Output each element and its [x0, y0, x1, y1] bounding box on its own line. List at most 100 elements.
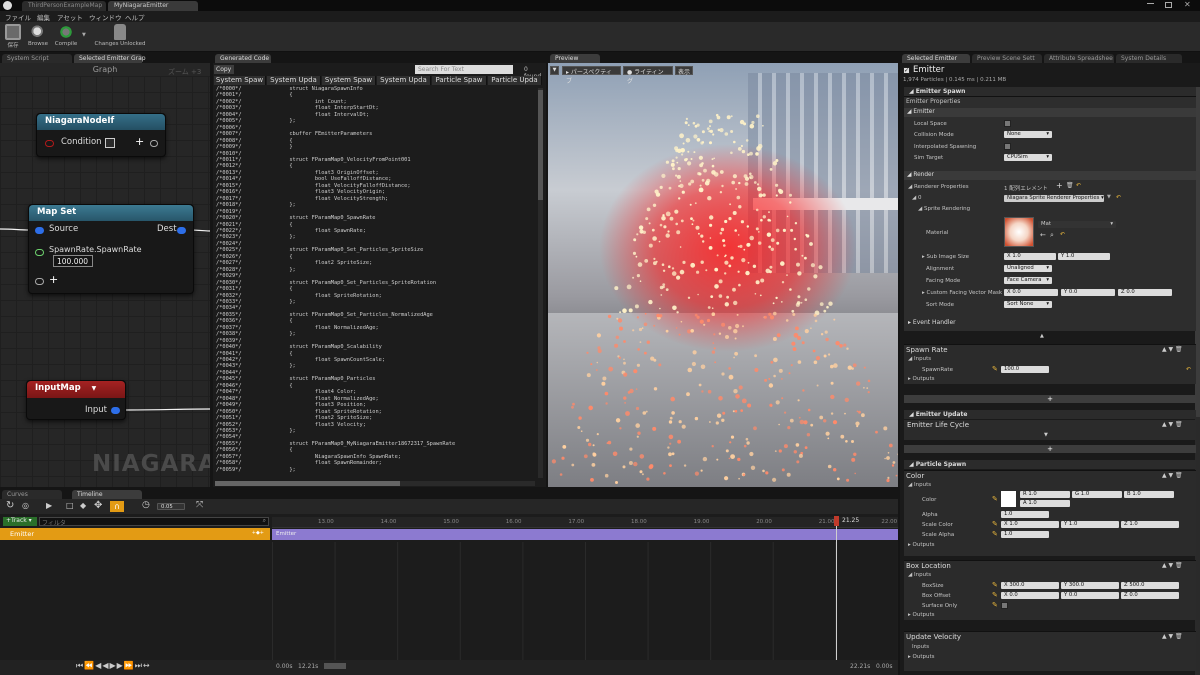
tab-attribute-spreadsheet[interactable]: Attribute Spreadshee [1044, 54, 1114, 63]
scale-alpha-pencil-icon[interactable]: ✎ [992, 530, 998, 538]
preview-viewport[interactable] [548, 63, 898, 487]
spawn-rate-module-controls[interactable]: ▲ ▼ 🗑 [1162, 346, 1183, 353]
doc-tab-map[interactable]: ThirdPersonExampleMap [22, 1, 106, 11]
color-a-field[interactable]: A 1.0 [1020, 500, 1070, 507]
sub-image-y-field[interactable]: Y 1.0 [1058, 253, 1110, 260]
sim-target-dropdown[interactable]: CPUSim ▾ [1004, 154, 1052, 161]
custom-facing-x-field[interactable]: X 0.0 [1004, 289, 1058, 296]
clock-icon[interactable]: ◷ [142, 500, 150, 510]
stop-icon[interactable]: □ [66, 501, 74, 510]
custom-facing-y-field[interactable]: Y 0.0 [1061, 289, 1115, 296]
code-tab-system-update-1[interactable]: System Upda [267, 76, 321, 85]
box-offset-pencil-icon[interactable]: ✎ [992, 591, 998, 599]
tab-generated-code[interactable]: Generated Code [215, 54, 271, 63]
collision-mode-dropdown[interactable]: None ▾ [1004, 131, 1052, 138]
section-emitter-spawn[interactable]: ◢ Emitter Spawn [904, 87, 1196, 96]
box-size-y-field[interactable]: Y 300.0 [1061, 582, 1119, 589]
spawn-rate-pin[interactable] [35, 249, 44, 256]
box-size-x-field[interactable]: X 300.0 [1001, 582, 1059, 589]
output-pin[interactable] [150, 140, 158, 147]
perspective-button[interactable]: ▸ パースペクティブ [562, 66, 621, 85]
color-g-field[interactable]: G 1.0 [1072, 491, 1122, 498]
add-pin-icon[interactable]: + [135, 135, 144, 148]
code-horizontal-scrollbar[interactable] [215, 481, 535, 486]
condition-pin[interactable] [45, 140, 54, 147]
emitter-group-header[interactable]: ◢ Emitter [904, 108, 1196, 117]
add-renderer-icon[interactable]: + [1056, 181, 1063, 190]
section-particle-spawn[interactable]: ◢ Particle Spawn [904, 460, 1196, 469]
emitter-track-controls[interactable]: +◆+ [252, 530, 264, 536]
custom-facing-z-field[interactable]: Z 0.0 [1118, 289, 1172, 296]
tab-timeline[interactable]: Timeline [72, 490, 142, 499]
alignment-dropdown[interactable]: Unaligned ▾ [1004, 265, 1052, 272]
scale-alpha-input[interactable]: 1.0 [1001, 531, 1049, 538]
local-space-checkbox[interactable] [1004, 120, 1011, 127]
code-scroll-thumb[interactable] [538, 90, 543, 200]
color-r-field[interactable]: R 1.0 [1020, 491, 1070, 498]
lighting-button[interactable]: ● ライティング [623, 66, 673, 85]
tab-selected-emitter[interactable]: Selected Emitter [902, 54, 970, 63]
node-input-map[interactable]: InputMap ▼ Input [26, 380, 126, 420]
viewport-options-button[interactable]: ▼ [550, 66, 559, 75]
code-hscroll-thumb[interactable] [215, 481, 400, 486]
color-pencil-icon[interactable]: ✎ [992, 495, 998, 503]
color-module-controls[interactable]: ▲ ▼ 🗑 [1162, 472, 1183, 479]
changes-unlocked-button[interactable]: Changes Unlocked [92, 24, 148, 47]
reset-renderer-icon[interactable]: ↶ [1076, 182, 1081, 189]
dest-pin[interactable] [177, 227, 186, 234]
update-velocity-controls[interactable]: ▲ ▼ 🗑 [1162, 633, 1183, 640]
save-button[interactable]: 保存 [4, 24, 22, 49]
generated-code-text[interactable]: /*0000*/ struct NiagaraSpawnInfo/*0001*/… [213, 86, 537, 480]
copy-button[interactable]: Copy [214, 65, 234, 74]
doc-tab-emitter[interactable]: MyNiagaraEmitter [108, 1, 198, 11]
show-button[interactable]: 表示 [675, 66, 693, 76]
add-emitter-update-module-button[interactable]: + [904, 445, 1196, 453]
module-controls[interactable]: ▲ ▼ 🗑 [1162, 421, 1183, 428]
node-niagara-if[interactable]: NiagaraNodeIf Condition + [36, 113, 166, 157]
material-dropdown[interactable]: Mat ▾ [1038, 221, 1116, 228]
section-emitter-update[interactable]: ◢ Emitter Update [904, 410, 1196, 419]
add-input-pin[interactable] [35, 278, 44, 285]
add-emitter-spawn-module-button[interactable]: + [904, 395, 1196, 403]
use-asset-icon[interactable]: ← [1040, 231, 1046, 239]
renderer-type-dropdown[interactable]: Niagara Sprite Renderer Properties ▾ [1004, 195, 1104, 202]
renderer-options-icon[interactable]: ▼ [1107, 194, 1111, 200]
color-swatch[interactable] [1001, 491, 1016, 507]
play-icon[interactable]: ▶ [46, 501, 52, 510]
code-search-input[interactable]: Search For Text [415, 65, 513, 74]
emitter-life-cycle-module[interactable]: Emitter Life Cycle ▲ ▼ 🗑 ▼ [904, 420, 1196, 440]
code-tab-system-update-2[interactable]: System Upda [377, 76, 431, 85]
renderer-reset-icon[interactable]: ↶ [1116, 194, 1121, 201]
snap-icon[interactable]: ⤧ [196, 500, 203, 510]
unreal-logo-icon[interactable] [3, 1, 12, 10]
menu-window[interactable]: ウィンドウ [89, 12, 122, 22]
sub-image-x-field[interactable]: X 1.0 [1004, 253, 1056, 260]
close-icon[interactable]: ✕ [1184, 0, 1191, 9]
add-track-button[interactable]: +Track ▾ [3, 517, 37, 526]
expand-icon[interactable]: ▼ [1044, 432, 1048, 438]
spawn-rate-value-field[interactable]: 100.000 [53, 255, 93, 267]
menu-edit[interactable]: 編集 [37, 12, 50, 22]
refresh-icon[interactable]: ↻ [6, 500, 14, 511]
spawn-rate-reset-icon[interactable]: ↶ [1186, 366, 1191, 373]
interp-spawn-checkbox[interactable] [1004, 143, 1011, 150]
code-tab-system-spawn-2[interactable]: System Spaw [322, 76, 376, 85]
box-size-pencil-icon[interactable]: ✎ [992, 581, 998, 589]
timeline-hscroll[interactable] [324, 663, 346, 669]
tab-system-details[interactable]: System Details [1116, 54, 1182, 63]
facing-mode-dropdown[interactable]: Face Camera ▾ [1004, 277, 1052, 284]
code-tab-particle-spawn[interactable]: Particle Spaw [432, 76, 487, 85]
key-icon[interactable]: ◆ [80, 501, 86, 510]
delete-renderer-icon[interactable]: 🗑 [1066, 182, 1074, 189]
camera-icon[interactable]: ◎ [22, 501, 29, 510]
box-offset-x-field[interactable]: X 0.0 [1001, 592, 1059, 599]
add-input-icon[interactable]: + [49, 273, 58, 286]
browse-button[interactable]: Browse [26, 24, 50, 47]
material-thumbnail[interactable] [1004, 217, 1034, 247]
source-pin[interactable] [35, 227, 44, 234]
snap-toggle-button[interactable]: ∩ [110, 501, 124, 512]
scale-color-z-field[interactable]: Z 1.0 [1121, 521, 1179, 528]
compile-button[interactable]: Compile [53, 24, 79, 47]
code-tab-system-spawn-1[interactable]: System Spaw [214, 76, 266, 85]
box-offset-z-field[interactable]: Z 0.0 [1121, 592, 1179, 599]
